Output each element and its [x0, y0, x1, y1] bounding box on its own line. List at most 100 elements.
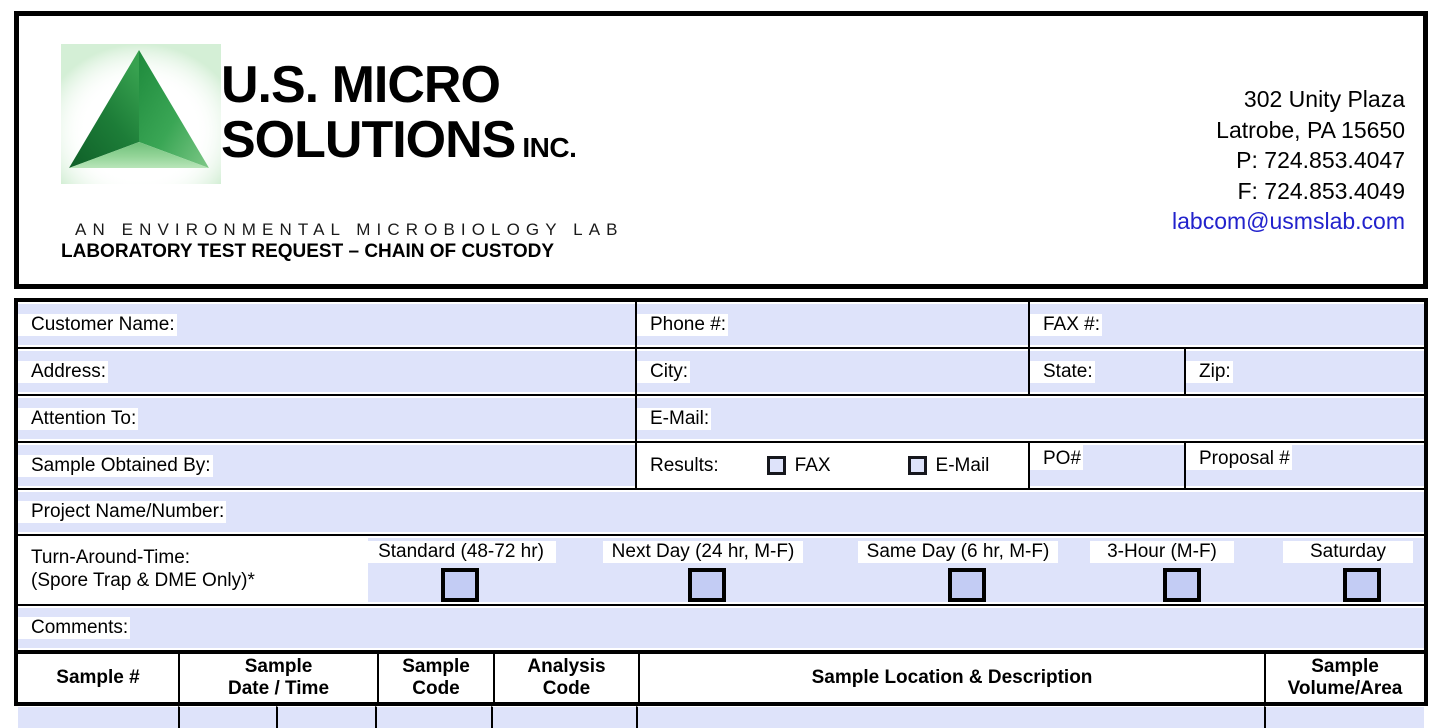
field-po-number[interactable]: PO# [1028, 443, 1184, 488]
checkbox-fax-icon[interactable] [766, 456, 786, 475]
column-header-sample-date-time-line2: Date / Time [227, 678, 330, 699]
checkbox-tat-saturday-icon[interactable] [1343, 568, 1381, 602]
company-address-block: 302 Unity Plaza Latrobe, PA 15650 P: 724… [1172, 84, 1405, 237]
cell-sample-number[interactable] [18, 706, 178, 728]
form-row-comments: Comments: [18, 606, 1424, 650]
checkbox-tat-standard-icon[interactable] [441, 568, 479, 602]
form-fields-panel: Customer Name: Phone #: FAX #: Address: [14, 298, 1428, 728]
field-comments[interactable]: Comments: [18, 606, 1424, 650]
brand-line-2: SOLUTIONS INC. [221, 112, 691, 176]
field-zip[interactable]: Zip: [1184, 349, 1424, 394]
field-results-delivery: Results: FAX E-Mail [635, 443, 1028, 488]
sample-table-row [18, 706, 1424, 728]
tat-option-three-hour[interactable]: 3-Hour (M-F) [1090, 541, 1234, 563]
field-proposal-number[interactable]: Proposal # [1184, 443, 1424, 488]
column-header-sample-volume-area-line2: Volume/Area [1287, 678, 1403, 699]
address-fill [18, 351, 635, 392]
tat-option-standard[interactable]: Standard (48-72 hr) [366, 541, 556, 563]
proposal-label: Proposal # [1186, 443, 1292, 470]
column-header-sample-code-line2: Code [412, 678, 460, 699]
project-fill [18, 492, 1424, 532]
column-header-sample-number: Sample # [18, 654, 178, 702]
tat-option-next-day[interactable]: Next Day (24 hr, M-F) [603, 541, 803, 563]
tat-option-saturday[interactable]: Saturday [1283, 541, 1413, 563]
results-option-email[interactable]: E-Mail [907, 454, 990, 477]
form-row-turn-around-time: Turn-Around-Time: (Spore Trap & DME Only… [18, 536, 1424, 606]
cell-sample-code[interactable] [375, 706, 491, 728]
lab-chain-of-custody-form: U.S. MICRO SOLUTIONS INC. AN ENVIRONMENTA… [0, 0, 1442, 728]
address-city-state-zip: Latrobe, PA 15650 [1216, 116, 1405, 143]
cell-sample-date[interactable] [178, 706, 276, 728]
address-label: Address: [18, 360, 108, 383]
po-value [1083, 443, 1089, 448]
field-fax[interactable]: FAX #: [1028, 302, 1424, 347]
field-email[interactable]: E-Mail: [635, 396, 1424, 441]
cell-sample-volume-area[interactable] [1264, 706, 1424, 728]
form-row-address: Address: City: State: Zip: [18, 349, 1424, 396]
comments-label: Comments: [18, 617, 131, 639]
results-option-fax[interactable]: FAX [766, 454, 831, 477]
customer-name-label: Customer Name: [18, 313, 177, 336]
cell-analysis-code[interactable] [491, 706, 636, 728]
results-options-group: FAX E-Mail [720, 454, 996, 477]
cell-sample-location[interactable] [636, 706, 1264, 728]
field-address[interactable]: Address: [18, 349, 635, 394]
company-logo-block: U.S. MICRO SOLUTIONS INC. AN ENVIRONMENTA… [61, 42, 701, 239]
checkbox-tat-three-hour-icon[interactable] [1163, 568, 1201, 602]
column-header-sample-code: Sample Code [377, 654, 493, 702]
column-header-sample-code-line1: Sample [402, 656, 470, 677]
form-title: LABORATORY TEST REQUEST – CHAIN OF CUSTO… [61, 241, 554, 262]
tat-option-next-day-label: Next Day (24 hr, M-F) [603, 541, 803, 563]
brand-wordmark: U.S. MICRO SOLUTIONS INC. [221, 58, 691, 176]
column-header-analysis-code: Analysis Code [493, 654, 638, 702]
pyramid-logo-icon [61, 44, 221, 184]
column-header-sample-number-line1: Sample # [56, 667, 140, 688]
column-header-sample-date-time-line1: Sample [244, 656, 313, 677]
field-phone[interactable]: Phone #: [635, 302, 1028, 347]
tat-option-same-day-label: Same Day (6 hr, M-F) [858, 541, 1058, 563]
checkbox-email-icon[interactable] [907, 456, 927, 475]
proposal-value [1292, 443, 1298, 448]
field-state[interactable]: State: [1028, 349, 1184, 394]
comments-fill [18, 608, 1424, 648]
brand-inc-suffix: INC. [522, 132, 577, 163]
column-header-sample-volume-area: Sample Volume/Area [1264, 654, 1424, 702]
phone-label: Phone #: [637, 313, 729, 336]
column-header-sample-date-time: Sample Date / Time [178, 654, 377, 702]
address-email-link[interactable]: labcom@usmslab.com [1172, 206, 1405, 237]
checkbox-tat-same-day-icon[interactable] [948, 568, 986, 602]
cell-sample-time[interactable] [276, 706, 375, 728]
email-label: E-Mail: [637, 407, 712, 430]
address-phone: P: 724.853.4047 [1236, 147, 1405, 173]
attention-label: Attention To: [18, 407, 139, 430]
tat-option-same-day[interactable]: Same Day (6 hr, M-F) [858, 541, 1058, 563]
results-option-email-label: E-Mail [935, 454, 990, 476]
turn-around-label-line2: (Spore Trap & DME Only)* [31, 570, 255, 591]
form-header-panel: U.S. MICRO SOLUTIONS INC. AN ENVIRONMENTA… [14, 11, 1428, 289]
column-header-analysis-code-line1: Analysis [527, 656, 606, 677]
turn-around-label-line1: Turn-Around-Time: [31, 547, 191, 568]
city-fill [637, 351, 1028, 392]
brand-line-2-text: SOLUTIONS [221, 111, 516, 169]
form-row-obtained-results: Sample Obtained By: Results: FAX E-Mail [18, 443, 1424, 490]
sample-table-header: Sample # Sample Date / Time Sample Code … [18, 650, 1424, 706]
zip-label: Zip: [1186, 360, 1233, 383]
fax-label: FAX #: [1030, 313, 1103, 336]
field-project-name-number[interactable]: Project Name/Number: [18, 490, 1424, 534]
field-attention-to[interactable]: Attention To: [18, 396, 635, 441]
po-label: PO# [1030, 443, 1084, 470]
company-tagline: AN ENVIRONMENTAL MICROBIOLOGY LAB [75, 220, 624, 239]
form-row-project: Project Name/Number: [18, 490, 1424, 536]
brand-line-1: U.S. MICRO [221, 56, 501, 114]
field-sample-obtained-by[interactable]: Sample Obtained By: [18, 443, 635, 488]
project-label: Project Name/Number: [18, 501, 227, 523]
form-row-attention: Attention To: E-Mail: [18, 396, 1424, 443]
results-option-fax-label: FAX [794, 454, 831, 476]
turn-around-time-label: Turn-Around-Time: (Spore Trap & DME Only… [31, 546, 260, 592]
column-header-sample-location: Sample Location & Description [638, 654, 1264, 702]
address-street: 302 Unity Plaza [1243, 86, 1405, 112]
field-city[interactable]: City: [635, 349, 1028, 394]
obtained-by-label: Sample Obtained By: [18, 454, 213, 477]
field-customer-name[interactable]: Customer Name: [18, 302, 635, 347]
checkbox-tat-next-day-icon[interactable] [688, 568, 726, 602]
